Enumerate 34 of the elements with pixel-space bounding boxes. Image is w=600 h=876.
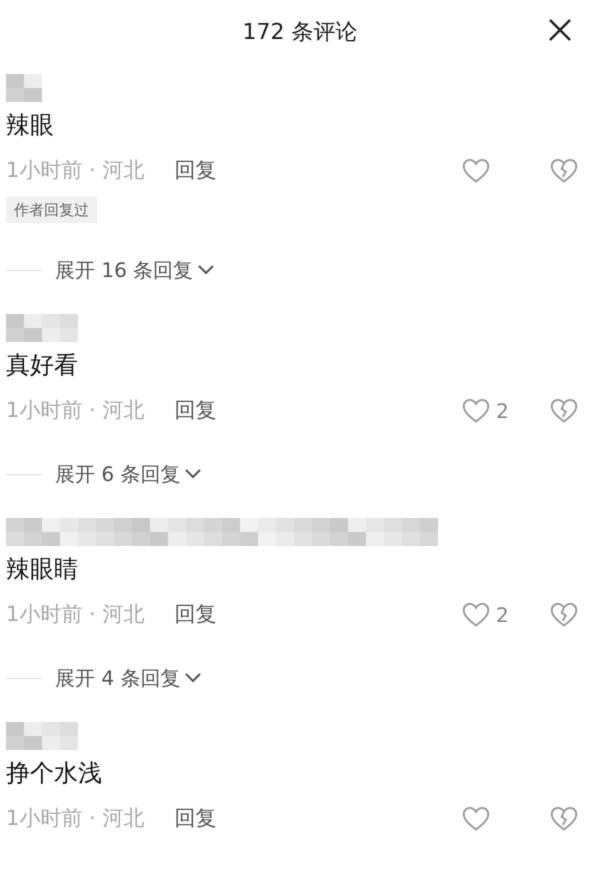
broken-heart-icon[interactable] xyxy=(550,806,578,832)
heart-icon[interactable] xyxy=(462,398,490,424)
like-count: 2 xyxy=(496,398,509,425)
pixelated-username xyxy=(6,314,78,342)
pixelated-username xyxy=(6,722,78,750)
chevron-down-icon xyxy=(184,672,202,684)
reply-button[interactable]: 回复 xyxy=(174,803,216,835)
broken-heart-icon[interactable] xyxy=(550,398,578,424)
comment-text: 挣个水浅 xyxy=(6,758,102,789)
broken-heart-icon[interactable] xyxy=(550,158,578,184)
comment-meta: 1小时前 · 河北 xyxy=(6,397,144,424)
comment-meta: 1小时前 · 河北 xyxy=(6,601,144,628)
broken-heart-icon[interactable] xyxy=(550,602,578,628)
heart-icon[interactable] xyxy=(462,806,490,832)
comments-title: 172 条评论 xyxy=(242,18,358,46)
expand-replies-button[interactable]: 展开 4 条回复 xyxy=(55,663,202,693)
comment-meta: 1小时前 · 河北 xyxy=(6,157,144,184)
comment-text: 辣眼 xyxy=(6,110,54,141)
comment-text: 真好看 xyxy=(6,350,78,381)
reply-button[interactable]: 回复 xyxy=(174,599,216,631)
author-replied-badge: 作者回复过 xyxy=(6,196,97,224)
expand-replies-button[interactable]: 展开 6 条回复 xyxy=(55,459,202,489)
comment-meta: 1小时前 · 河北 xyxy=(6,805,144,832)
heart-icon[interactable] xyxy=(462,158,490,184)
like-count: 2 xyxy=(496,602,509,629)
chevron-down-icon xyxy=(197,264,216,276)
comment-text: 辣眼睛 xyxy=(6,554,78,585)
heart-icon[interactable] xyxy=(462,602,490,628)
expand-replies-button[interactable]: 展开 16 条回复 xyxy=(55,255,216,285)
chevron-down-icon xyxy=(184,468,202,480)
reply-button[interactable]: 回复 xyxy=(174,395,216,427)
reply-button[interactable]: 回复 xyxy=(174,155,216,187)
close-icon xyxy=(548,18,572,42)
pixelated-username xyxy=(6,74,42,102)
